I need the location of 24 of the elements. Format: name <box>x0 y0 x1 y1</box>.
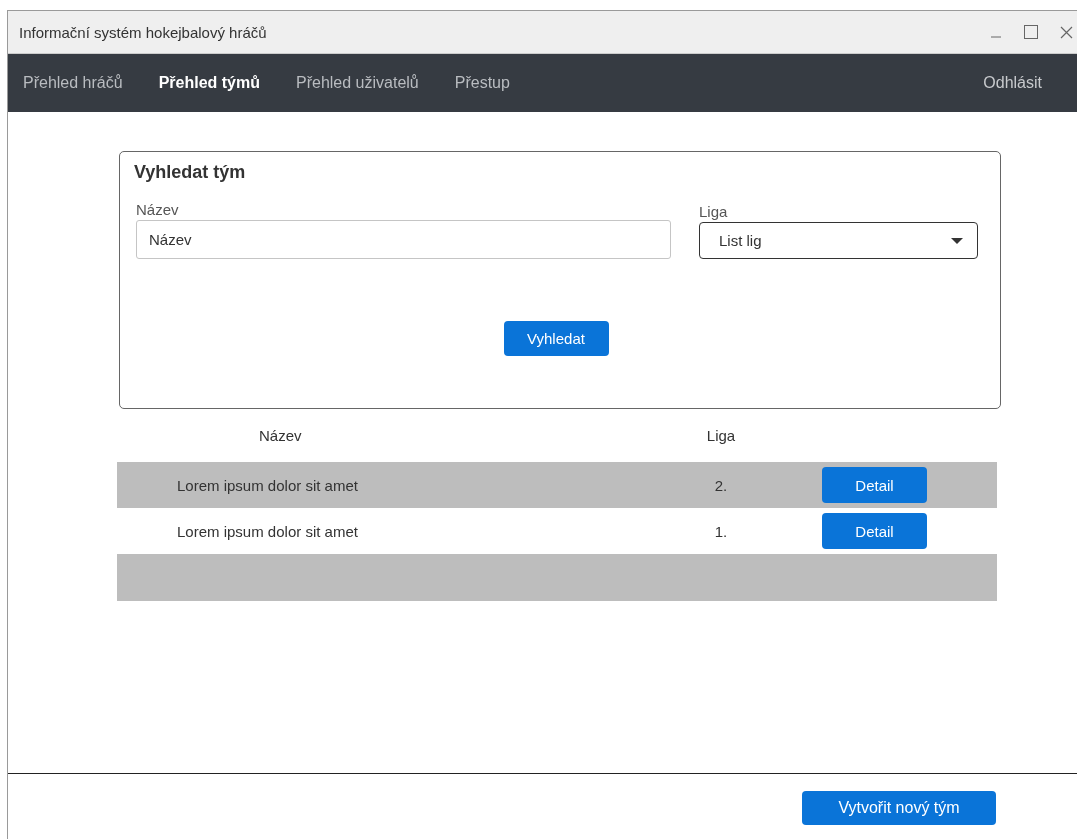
window-title: Informační systém hokejbalový hráčů <box>19 23 268 41</box>
logout-link[interactable]: Odhlásit <box>983 74 1042 92</box>
close-icon[interactable] <box>1060 25 1073 39</box>
table-cell-text: Lorem ipsum dolor sit amet <box>176 476 359 494</box>
search-button[interactable]: Vyhledat <box>503 321 609 356</box>
nav-tab[interactable]: Přehled týmů <box>158 74 260 92</box>
nav-tab[interactable]: Přehled uživatelů <box>296 74 419 92</box>
card-title: Vyhledat tým <box>134 162 247 183</box>
nav-tab[interactable]: Přehled hráčů <box>23 74 123 92</box>
caret-icon <box>951 237 963 244</box>
name-input-field[interactable]: Název <box>136 220 671 259</box>
detail-button[interactable]: Detail <box>822 467 927 503</box>
table-cell-text: 1. <box>713 522 729 540</box>
table-cell-text: Lorem ipsum dolor sit amet <box>176 522 359 540</box>
create-team-button[interactable]: Vytvořit nový tým <box>802 791 996 825</box>
field-label: Liga <box>699 203 729 222</box>
field-label: Název <box>136 201 180 220</box>
detail-button[interactable]: Detail <box>822 513 927 549</box>
league-dropdown[interactable]: List lig <box>699 222 978 259</box>
column-header: Název <box>258 427 303 444</box>
table-cell-text: 2. <box>713 476 729 494</box>
maximize-icon[interactable] <box>1024 25 1038 39</box>
nav-tab[interactable]: Přestup <box>454 74 510 92</box>
column-header: Liga <box>705 427 737 444</box>
